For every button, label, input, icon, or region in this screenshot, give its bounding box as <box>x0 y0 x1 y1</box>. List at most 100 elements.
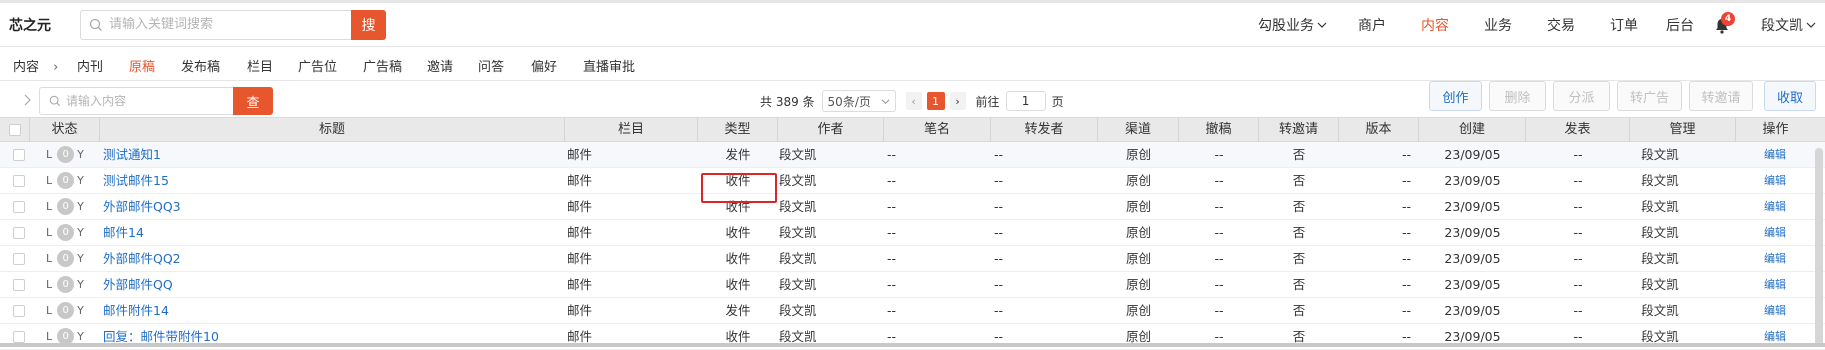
subnav-item-yaoqing[interactable]: 邀请 <box>427 56 453 75</box>
to-ad-button[interactable]: 转广告 <box>1617 81 1682 111</box>
content-search-button[interactable]: 查 <box>233 87 273 115</box>
prev-page-button[interactable]: ‹ <box>905 92 922 110</box>
sub-navigation: 内容 › 内刊 原稿 发布稿 栏目 广告位 广告稿 邀请 问答 偏好 直播审批 <box>0 47 1825 81</box>
page-size-select[interactable]: 50条/页 <box>821 90 896 112</box>
row-invite: 否 <box>1292 251 1306 266</box>
row-status: L0Y <box>46 168 84 193</box>
select-all-checkbox[interactable] <box>9 124 21 136</box>
nav-item-orders[interactable]: 订单 <box>1610 15 1638 35</box>
row-retract: -- <box>1214 303 1224 318</box>
table-row[interactable]: L 0 Y 外部邮件QQ 邮件 收件 段文凯 -- -- 原创 -- 否 -- 23/09/05 -- 段文凯… <box>0 272 1825 298</box>
global-search-input[interactable] <box>109 17 329 32</box>
breadcrumb-label: 内容 <box>13 60 40 75</box>
row-title-link[interactable]: 邮件附件14 <box>103 298 169 323</box>
row-title-link[interactable]: 外部邮件QQ <box>103 272 173 297</box>
row-checkbox[interactable] <box>13 253 25 265</box>
goto-page-input[interactable]: 1 <box>1005 91 1046 111</box>
row-edit-link[interactable]: 编辑 <box>1764 246 1786 271</box>
row-checkbox[interactable] <box>13 279 25 291</box>
subnav-item-fabugao[interactable]: 发布稿 <box>181 56 220 75</box>
content-search-input[interactable] <box>66 94 226 108</box>
to-invite-button[interactable]: 转邀请 <box>1689 81 1753 111</box>
notification-badge: 4 <box>1721 12 1735 26</box>
assign-button[interactable]: 分派 <box>1553 81 1610 111</box>
row-edit-link[interactable]: 编辑 <box>1764 194 1786 219</box>
row-checkbox[interactable] <box>13 149 25 161</box>
nav-item-content[interactable]: 内容 <box>1421 15 1449 35</box>
subnav-item-guanggaowei[interactable]: 广告位 <box>298 56 337 75</box>
row-invite: 否 <box>1292 199 1306 214</box>
receive-button[interactable]: 收取 <box>1764 81 1816 111</box>
row-forwarder: -- <box>994 277 1004 292</box>
row-published: -- <box>1573 303 1583 318</box>
row-manager: 段文凯 <box>1641 173 1679 188</box>
subnav-item-lanmu[interactable]: 栏目 <box>247 56 273 75</box>
header-column: 栏目 <box>565 118 698 142</box>
row-checkbox[interactable] <box>13 201 25 213</box>
table-row[interactable]: L 0 Y 测试通知1 邮件 发件 段文凯 -- -- 原创 -- 否 -- 23/09/05 -- 段文凯 编… <box>0 142 1825 168</box>
breadcrumb-content[interactable]: 内容 › <box>13 56 58 75</box>
subnav-item-pianhao[interactable]: 偏好 <box>531 56 557 75</box>
content-table: 状态 标题 栏目 类型 作者 笔名 转发者 渠道 撤稿 转邀请 版本 创建 发表… <box>0 117 1825 350</box>
row-checkbox[interactable] <box>13 175 25 187</box>
subnav-item-wenda[interactable]: 问答 <box>478 56 504 75</box>
nav-item-trade[interactable]: 交易 <box>1547 15 1575 35</box>
row-checkbox[interactable] <box>13 331 25 343</box>
subnav-item-neikan[interactable]: 内刊 <box>77 56 103 75</box>
row-forwarder: -- <box>994 303 1004 318</box>
row-title-link[interactable]: 测试邮件15 <box>103 168 169 193</box>
status-letter-y: Y <box>77 330 84 343</box>
row-author: 段文凯 <box>779 173 817 188</box>
delete-button[interactable]: 删除 <box>1489 81 1546 111</box>
row-published: -- <box>1573 147 1583 162</box>
status-letter-l: L <box>46 226 53 239</box>
row-author: 段文凯 <box>779 251 817 266</box>
row-edit-link[interactable]: 编辑 <box>1764 220 1786 245</box>
subnav-item-yuangao[interactable]: 原稿 <box>129 56 155 75</box>
vertical-scrollbar[interactable] <box>1815 148 1823 347</box>
global-search-box[interactable] <box>80 9 351 40</box>
header-author: 作者 <box>778 118 884 142</box>
nav-item-business[interactable]: 业务 <box>1484 15 1512 35</box>
header-title: 标题 <box>100 118 565 142</box>
nav-item-merchant[interactable]: 商户 <box>1358 15 1386 35</box>
page-size-value: 50条/页 <box>827 94 871 109</box>
row-edit-link[interactable]: 编辑 <box>1764 168 1786 193</box>
row-edit-link[interactable]: 编辑 <box>1764 142 1786 167</box>
table-row[interactable]: L 0 Y 邮件14 邮件 收件 段文凯 -- -- 原创 -- 否 -- 23/09/05 -- 段文凯 编辑 <box>0 220 1825 246</box>
create-button[interactable]: 创作 <box>1429 81 1482 111</box>
subnav-item-zhibo[interactable]: 直播审批 <box>583 56 635 75</box>
row-version: -- <box>1402 251 1412 266</box>
nav-item-backend[interactable]: 后台 <box>1666 15 1694 35</box>
nav-item-gougu[interactable]: 勾股业务 <box>1258 15 1327 35</box>
row-author: 段文凯 <box>779 303 817 318</box>
expand-arrow-icon[interactable] <box>22 93 32 107</box>
content-search-box[interactable] <box>39 87 233 115</box>
row-title-link[interactable]: 外部邮件QQ2 <box>103 246 181 271</box>
row-edit-link[interactable]: 编辑 <box>1764 298 1786 323</box>
header-created: 创建 <box>1419 118 1526 142</box>
next-page-button[interactable]: › <box>949 92 966 110</box>
table-row[interactable]: L 0 Y 邮件附件14 邮件 发件 段文凯 -- -- 原创 -- 否 -- 23/09/05 -- 段文凯… <box>0 298 1825 324</box>
chevron-down-icon <box>1806 22 1816 28</box>
table-row[interactable]: L 0 Y 测试邮件15 邮件 收件 段文凯 -- -- 原创 -- 否 -- 23/09/05 -- 段文凯… <box>0 168 1825 194</box>
row-checkbox[interactable] <box>13 227 25 239</box>
row-checkbox[interactable] <box>13 305 25 317</box>
table-row[interactable]: L 0 Y 外部邮件QQ2 邮件 收件 段文凯 -- -- 原创 -- 否 -- 23/09/05 -- 段文… <box>0 246 1825 272</box>
page-number-current[interactable]: 1 <box>926 92 945 110</box>
row-title-link[interactable]: 外部邮件QQ3 <box>103 194 181 219</box>
header-select-all[interactable] <box>0 118 30 142</box>
table-row[interactable]: L 0 Y 外部邮件QQ3 邮件 收件 段文凯 -- -- 原创 -- 否 -- 23/09/05 -- 段文… <box>0 194 1825 220</box>
row-title-link[interactable]: 邮件14 <box>103 220 144 245</box>
subnav-item-guanggaogao[interactable]: 广告稿 <box>363 56 402 75</box>
horizontal-scrollbar[interactable] <box>0 343 1825 347</box>
global-search-button[interactable]: 搜 <box>351 9 386 40</box>
status-letter-y: Y <box>77 174 84 187</box>
row-edit-link[interactable]: 编辑 <box>1764 272 1786 297</box>
status-letter-l: L <box>46 200 53 213</box>
row-column: 邮件 <box>567 277 593 292</box>
user-menu[interactable]: 段文凯 <box>1761 15 1816 35</box>
header-to-invite: 转邀请 <box>1259 118 1339 142</box>
row-retract: -- <box>1214 173 1224 188</box>
row-title-link[interactable]: 测试通知1 <box>103 142 161 167</box>
